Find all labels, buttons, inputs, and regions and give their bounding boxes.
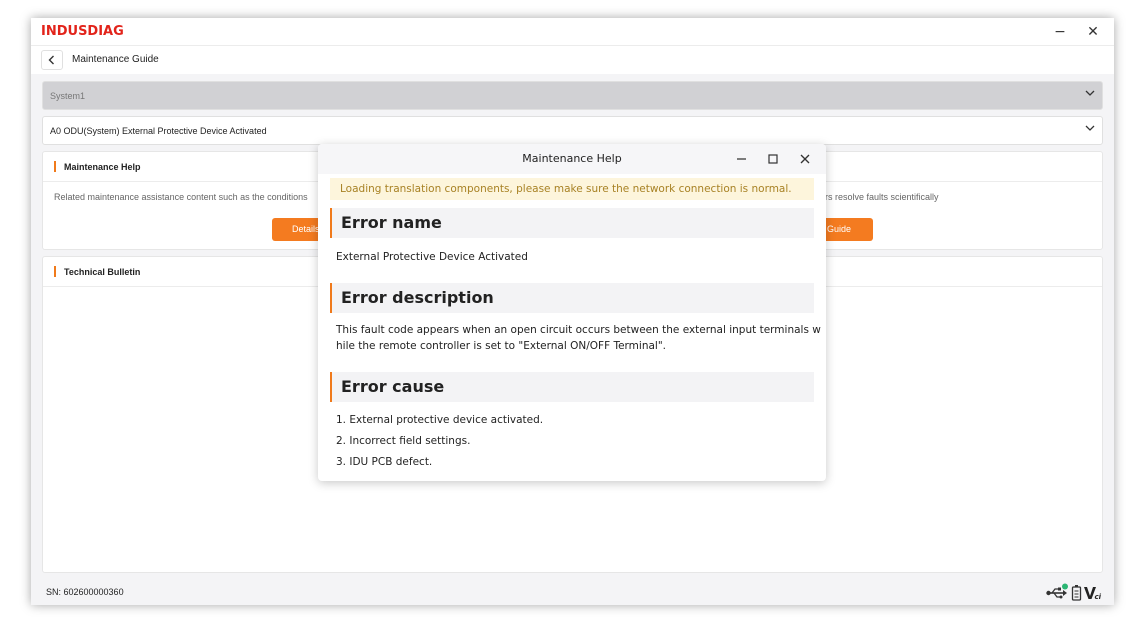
fault-select[interactable]: A0 ODU(System) External Protective Devic… [42, 116, 1103, 145]
error-cause-item: 1. External protective device activated. [336, 414, 544, 426]
maintenance-help-title: Maintenance Help [64, 162, 141, 172]
status-icons: ci [1046, 583, 1102, 601]
window-close-button[interactable]: ✕ [1082, 22, 1104, 42]
chevron-down-icon [1085, 90, 1095, 96]
battery-icon [1071, 585, 1082, 601]
status-bar: SN: 602600000360 ci [31, 579, 1114, 605]
nav-bar: Maintenance Guide [31, 45, 1114, 74]
svg-text:ci: ci [1095, 593, 1102, 601]
chevron-down-icon [1085, 125, 1095, 131]
fault-select-value: A0 ODU(System) External Protective Devic… [50, 126, 267, 136]
window-minimize-button[interactable]: − [1049, 22, 1071, 42]
back-button[interactable] [41, 50, 63, 70]
error-name-heading-text: Error name [341, 213, 442, 232]
error-description-heading: Error description [330, 283, 814, 313]
error-description-line-2: hile the remote controller is set to "Ex… [336, 340, 666, 352]
dialog-header: Maintenance Help [318, 144, 826, 174]
page-title: Maintenance Guide [72, 54, 159, 65]
error-cause-heading: Error cause [330, 372, 814, 402]
title-bar: INDUSDIAG − ✕ [31, 18, 1114, 45]
error-cause-item: 2. Incorrect field settings. [336, 435, 471, 447]
error-cause-item: 3. IDU PCB defect. [336, 456, 433, 468]
usb-icon [1046, 583, 1068, 599]
close-icon[interactable] [797, 151, 813, 167]
back-arrow-icon [48, 55, 54, 65]
error-description-heading-text: Error description [341, 288, 494, 307]
maximize-icon[interactable] [765, 151, 781, 167]
error-description-line-1: This fault code appears when an open cir… [336, 324, 821, 336]
serial-number: SN: 602600000360 [46, 587, 124, 597]
accent-bar [54, 266, 56, 277]
maintenance-help-dialog: Maintenance Help Loading translation com… [318, 144, 826, 481]
accent-bar [54, 161, 56, 172]
app-logo: INDUSDIAG [41, 24, 124, 39]
system-select[interactable]: System1 [42, 81, 1103, 110]
technical-bulletin-title: Technical Bulletin [64, 267, 141, 277]
error-name-value: External Protective Device Activated [336, 251, 528, 263]
maintenance-help-description: Related maintenance assistance content s… [54, 192, 308, 202]
error-name-heading: Error name [330, 208, 814, 238]
network-notice: Loading translation components, please m… [330, 178, 814, 200]
error-cause-heading-text: Error cause [341, 377, 445, 396]
vci-icon: ci [1084, 587, 1102, 601]
system-select-value: System1 [50, 91, 86, 101]
minimize-icon[interactable] [734, 151, 750, 167]
maintenance-help-description-tail: ers resolve faults scientifically [820, 192, 939, 202]
